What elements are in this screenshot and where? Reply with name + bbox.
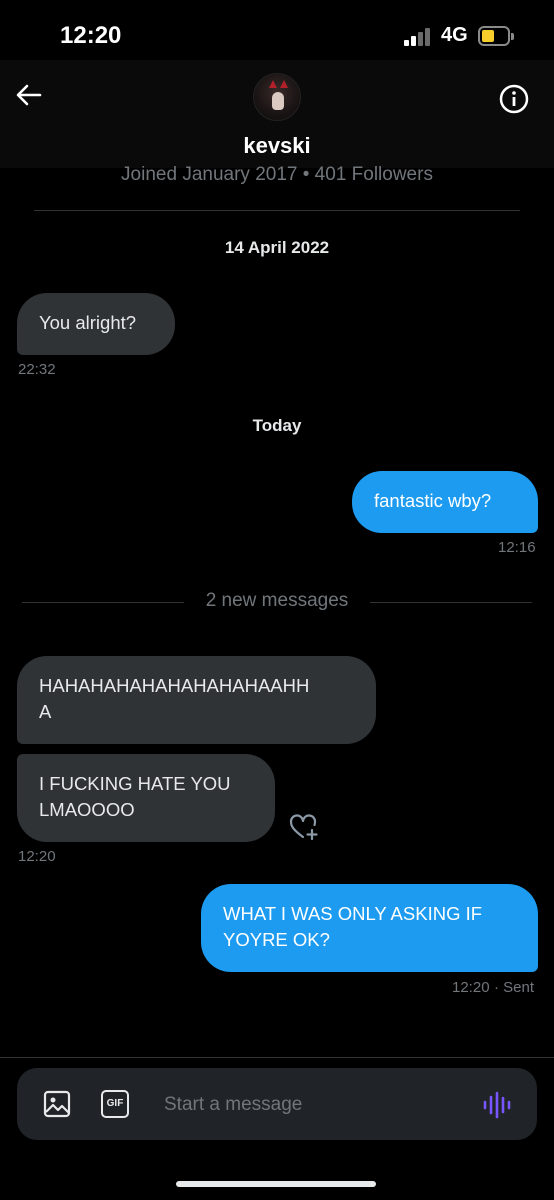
message-text: You alright?: [39, 312, 137, 333]
conversation-username[interactable]: kevski: [0, 133, 554, 159]
date-separator: Today: [252, 416, 302, 435]
message-bubble-outgoing[interactable]: WHAT I WAS ONLY ASKING IF YOYRE OK?: [201, 884, 538, 972]
message-text-line: HAHAHAHAHAHAHAHAHAAHH: [39, 675, 310, 696]
message-text-line: A: [39, 701, 52, 722]
message-text-line: LMAOOOO: [39, 799, 135, 820]
battery-icon: [478, 26, 510, 46]
divider: [34, 210, 520, 211]
message-bubble-incoming[interactable]: I FUCKING HATE YOU LMAOOOO: [17, 754, 275, 842]
message-timestamp: 12:20: [452, 979, 490, 996]
message-text-line: I FUCKING HATE YOU: [39, 773, 231, 794]
message-text: fantastic wby?: [374, 490, 492, 511]
home-indicator: [176, 1181, 376, 1187]
message-bubble-incoming[interactable]: HAHAHAHAHAHAHAHAHAAHH A: [17, 656, 376, 744]
message-bubble-outgoing[interactable]: fantastic wby?: [352, 471, 538, 533]
message-text-line: YOYRE OK?: [223, 929, 330, 950]
message-bubble-incoming[interactable]: You alright?: [17, 293, 175, 355]
info-icon[interactable]: [498, 83, 530, 115]
gif-icon[interactable]: GIF: [101, 1090, 129, 1118]
message-timestamp: 12:20: [18, 848, 56, 865]
network-type: 4G: [441, 24, 468, 46]
message-text-line: WHAT I WAS ONLY ASKING IF: [223, 903, 483, 924]
status-time: 12:20: [60, 22, 122, 49]
date-separator: 14 April 2022: [224, 238, 330, 257]
image-icon[interactable]: [42, 1089, 72, 1119]
message-sent-status: · Sent: [494, 979, 535, 996]
message-timestamp: 12:16: [498, 539, 536, 556]
new-messages-label: 2 new messages: [205, 590, 349, 611]
battery-cap: [511, 33, 514, 40]
voice-message-icon[interactable]: [481, 1089, 513, 1121]
back-arrow-icon[interactable]: [14, 80, 44, 110]
add-reaction-heart-icon[interactable]: [289, 813, 319, 841]
profile-join-info: Joined January 2017 • 401 Followers: [121, 164, 433, 185]
message-input[interactable]: [158, 1088, 458, 1122]
avatar[interactable]: [253, 73, 301, 121]
signal-icon: [404, 28, 432, 46]
message-timestamp: 22:32: [18, 361, 56, 378]
composer-divider: [0, 1057, 554, 1058]
